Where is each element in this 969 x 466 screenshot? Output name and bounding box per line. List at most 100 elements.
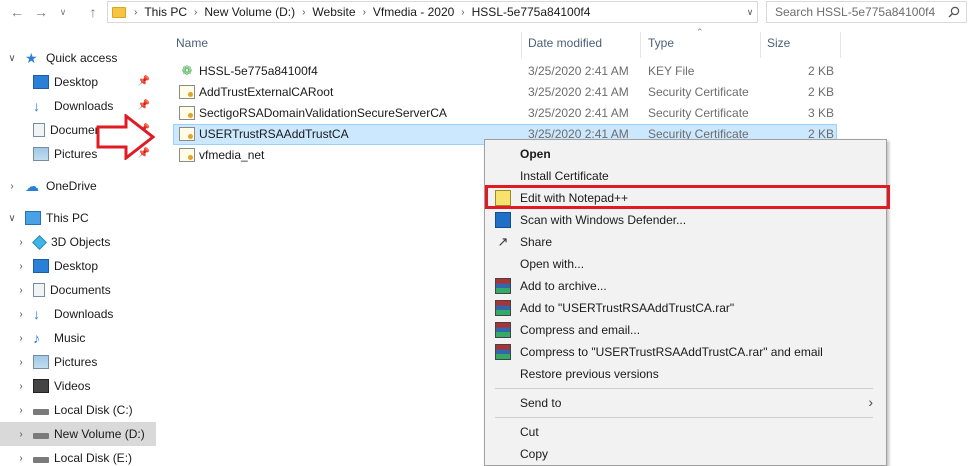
- forward-arrow-icon[interactable]: →: [30, 1, 52, 23]
- expand-chevron-icon[interactable]: ∨: [5, 213, 19, 224]
- sidebar-item-downloads-pc[interactable]: › ↓ Downloads: [0, 302, 156, 326]
- drive-icon: [33, 409, 49, 415]
- column-header-name[interactable]: Name: [176, 36, 208, 50]
- back-arrow-icon[interactable]: ←: [6, 1, 28, 23]
- expand-chevron-icon[interactable]: ›: [14, 381, 28, 392]
- sidebar-item-label: Desktop: [54, 259, 99, 273]
- sidebar-item-desktop-pc[interactable]: › Desktop: [0, 254, 156, 278]
- file-type: Security Certificate: [648, 85, 749, 99]
- menu-item-label: Share: [520, 235, 553, 249]
- sidebar-item-label: New Volume (D:): [54, 427, 145, 441]
- sidebar-item-music[interactable]: › ♪ Music: [0, 326, 156, 350]
- red-arrow-annotation-icon: [96, 114, 156, 160]
- file-name: vfmedia_net: [199, 148, 265, 162]
- expand-chevron-icon[interactable]: ›: [14, 309, 28, 320]
- sidebar-item-label: Quick access: [46, 51, 118, 65]
- file-type: Security Certificate: [648, 106, 749, 120]
- expand-chevron-icon[interactable]: ›: [5, 181, 19, 192]
- breadcrumb-vfmedia[interactable]: Vfmedia - 2020: [373, 5, 454, 19]
- breadcrumb-website[interactable]: Website: [312, 5, 355, 19]
- winrar-icon: [495, 300, 511, 316]
- chevron-right-icon[interactable]: ›: [134, 7, 137, 18]
- column-divider[interactable]: [640, 32, 641, 58]
- menu-item-restore-previous-versions[interactable]: Restore previous versions: [486, 363, 885, 385]
- chevron-right-icon[interactable]: ›: [363, 7, 366, 18]
- breadcrumb-hssl-folder[interactable]: HSSL-5e775a84100f4: [472, 5, 591, 19]
- expand-chevron-icon[interactable]: ›: [14, 333, 28, 344]
- menu-item-label: Compress and email...: [520, 323, 641, 337]
- expand-chevron-icon[interactable]: ›: [14, 429, 28, 440]
- menu-item-scan-defender[interactable]: Scan with Windows Defender...: [486, 209, 885, 231]
- desktop-icon: [33, 259, 49, 273]
- breadcrumb-new-volume[interactable]: New Volume (D:): [204, 5, 295, 19]
- menu-item-label: Open: [520, 147, 551, 161]
- menu-item-cut[interactable]: Cut: [486, 421, 885, 443]
- menu-item-install-certificate[interactable]: Install Certificate: [486, 165, 885, 187]
- menu-item-compress-to-rar-and-email[interactable]: Compress to "USERTrustRSAAddTrustCA.rar"…: [486, 341, 885, 363]
- menu-item-send-to[interactable]: Send to ›: [486, 392, 885, 414]
- sidebar-item-local-disk-e[interactable]: › Local Disk (E:): [0, 446, 156, 466]
- key-file-icon: ❁: [181, 63, 193, 78]
- address-bar[interactable]: › This PC › New Volume (D:) › Website › …: [107, 1, 758, 23]
- column-divider[interactable]: [521, 32, 522, 58]
- winrar-icon: [495, 344, 511, 360]
- expand-chevron-icon[interactable]: ∨: [5, 53, 19, 64]
- sidebar-item-pictures-pc[interactable]: › Pictures: [0, 350, 156, 374]
- expand-chevron-icon[interactable]: ›: [14, 453, 28, 464]
- pin-icon: 📌: [137, 100, 150, 111]
- sidebar-item-this-pc[interactable]: ∨ This PC: [0, 206, 156, 230]
- sidebar-item-3d-objects[interactable]: › 3D Objects: [0, 230, 156, 254]
- sidebar-item-quick-access[interactable]: ∨ ★ Quick access: [0, 46, 156, 70]
- expand-chevron-icon[interactable]: ›: [14, 261, 28, 272]
- menu-item-copy[interactable]: Copy: [486, 443, 885, 465]
- menu-separator: [495, 417, 873, 418]
- sidebar-item-label: Downloads: [54, 307, 114, 321]
- sidebar-item-documents-pc[interactable]: › Documents: [0, 278, 156, 302]
- menu-item-add-to-rar[interactable]: Add to "USERTrustRSAAddTrustCA.rar": [486, 297, 885, 319]
- certificate-icon: [179, 106, 195, 120]
- menu-item-open[interactable]: Open: [486, 143, 885, 165]
- file-row[interactable]: AddTrustExternalCARoot 3/25/2020 2:41 AM…: [173, 82, 837, 103]
- windows-defender-icon: [495, 212, 511, 228]
- expand-chevron-icon[interactable]: ›: [14, 405, 28, 416]
- menu-item-open-with[interactable]: Open with...: [486, 253, 885, 275]
- expand-chevron-icon[interactable]: ›: [14, 285, 28, 296]
- downloads-icon: ↓: [33, 306, 40, 322]
- menu-item-share[interactable]: ↗ Share: [486, 231, 885, 253]
- sidebar-item-new-volume-d[interactable]: › New Volume (D:): [0, 422, 156, 446]
- documents-icon: [33, 123, 45, 137]
- column-divider[interactable]: [840, 32, 841, 58]
- file-date: 3/25/2020 2:41 AM: [528, 106, 629, 120]
- sidebar-item-onedrive[interactable]: › ☁ OneDrive: [0, 174, 156, 198]
- column-header-type[interactable]: Type: [648, 36, 674, 50]
- file-date: 3/25/2020 2:41 AM: [528, 85, 629, 99]
- sidebar-item-local-disk-c[interactable]: › Local Disk (C:): [0, 398, 156, 422]
- column-header-date[interactable]: Date modified: [528, 36, 602, 50]
- chevron-right-icon[interactable]: ›: [461, 7, 464, 18]
- address-dropdown-icon[interactable]: ∨: [743, 2, 757, 22]
- menu-item-label: Scan with Windows Defender...: [520, 213, 687, 227]
- 3d-objects-icon: [32, 234, 47, 250]
- recent-locations-chevron-icon[interactable]: ∨: [52, 1, 74, 23]
- breadcrumb-this-pc[interactable]: This PC: [144, 5, 187, 19]
- menu-item-add-to-archive[interactable]: Add to archive...: [486, 275, 885, 297]
- chevron-right-icon[interactable]: ›: [302, 7, 305, 18]
- column-divider[interactable]: [760, 32, 761, 58]
- file-row[interactable]: SectigoRSADomainValidationSecureServerCA…: [173, 103, 837, 124]
- expand-chevron-icon[interactable]: ›: [14, 357, 28, 368]
- certificate-icon: [179, 127, 195, 141]
- pin-icon: 📌: [137, 76, 150, 87]
- search-box[interactable]: Search HSSL-5e775a84100f4: [766, 1, 967, 23]
- navigation-bar: ← → ∨ ↑ › This PC › New Volume (D:) › We…: [0, 0, 969, 25]
- menu-item-label: Compress to "USERTrustRSAAddTrustCA.rar"…: [520, 345, 823, 359]
- column-header-size[interactable]: Size: [767, 36, 790, 50]
- desktop-icon: [33, 75, 49, 89]
- chevron-right-icon[interactable]: ›: [194, 7, 197, 18]
- sidebar-item-desktop[interactable]: Desktop 📌: [0, 70, 156, 94]
- menu-item-compress-and-email[interactable]: Compress and email...: [486, 319, 885, 341]
- videos-icon: [33, 379, 49, 393]
- sidebar-item-videos[interactable]: › Videos: [0, 374, 156, 398]
- up-arrow-icon[interactable]: ↑: [82, 1, 104, 23]
- file-row[interactable]: ❁ HSSL-5e775a84100f4 3/25/2020 2:41 AM K…: [173, 61, 837, 82]
- expand-chevron-icon[interactable]: ›: [14, 237, 28, 248]
